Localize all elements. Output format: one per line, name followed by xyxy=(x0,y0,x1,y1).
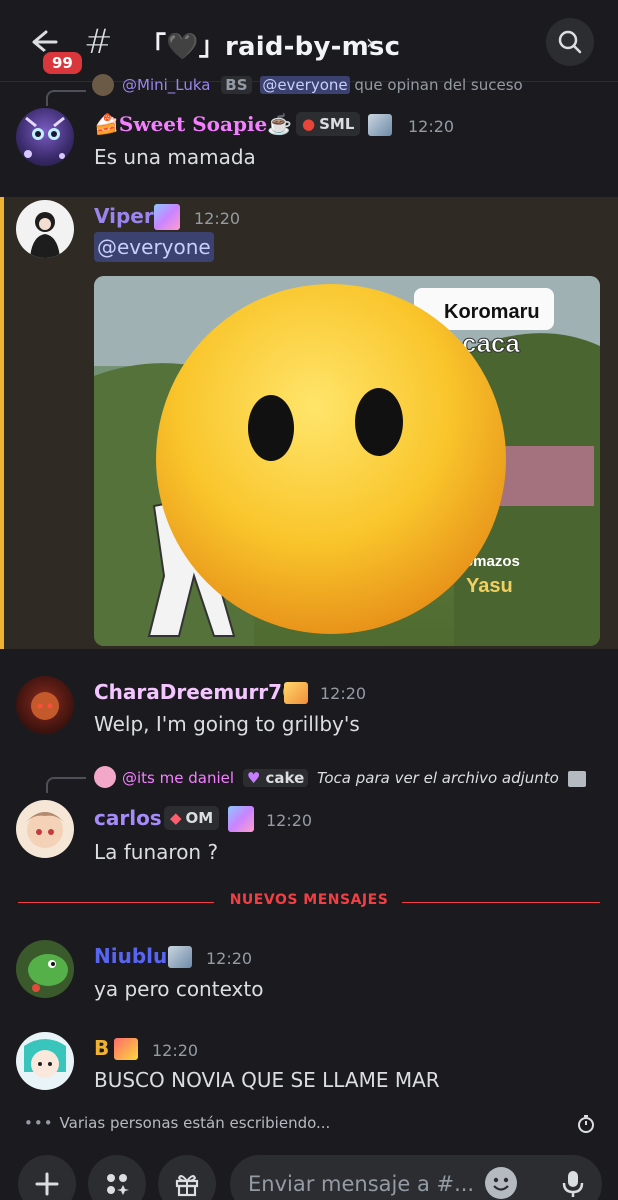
channel-header: 99 # 「🖤」raid-by-msc › xyxy=(0,0,618,82)
emoji-right-eye xyxy=(355,388,403,456)
message-text: La funaron ? xyxy=(94,840,219,864)
username[interactable]: carlos xyxy=(94,806,162,830)
unread-badge: 99 xyxy=(40,49,85,77)
new-messages-label: NUEVOS MENSAJES xyxy=(229,892,389,908)
username[interactable]: CharaDreemurr76 xyxy=(94,680,296,704)
channel-title[interactable]: 「🖤」raid-by-msc xyxy=(140,26,400,63)
reply-connector xyxy=(46,90,86,106)
avatar[interactable] xyxy=(16,800,74,858)
search-icon[interactable] xyxy=(546,18,594,66)
message-text: Welp, I'm going to grillby's xyxy=(94,712,360,736)
reply-username: @its me daniel xyxy=(122,769,235,787)
role-tag-label: OM xyxy=(185,809,214,827)
mushroom-icon: ● xyxy=(302,115,316,133)
emoji-icon[interactable] xyxy=(484,1166,518,1200)
emoji-left-eye xyxy=(248,395,294,461)
slowmode-icon[interactable] xyxy=(576,1114,596,1134)
reply-avatar xyxy=(92,74,114,96)
username[interactable]: B xyxy=(94,1036,109,1060)
role-tag: ◆ OM xyxy=(164,806,220,830)
timestamp: 12:20 xyxy=(320,684,367,703)
timestamp: 12:20 xyxy=(206,949,253,968)
role-tag-label: SML xyxy=(319,115,355,133)
typing-dots-icon: ••• xyxy=(24,1114,54,1132)
timestamp: 12:20 xyxy=(194,209,241,228)
reply-preview[interactable]: @Mini_Luka BS @everyone que opinan del s… xyxy=(122,76,523,94)
reply-tag: ♥ cake xyxy=(242,769,309,787)
image-label-yasu: Yasu xyxy=(466,575,513,597)
role-tag: ● SML xyxy=(296,112,361,136)
badge-icon xyxy=(228,806,254,832)
reply-username: @Mini_Luka xyxy=(122,76,211,94)
typing-text: Varias personas están escribiendo... xyxy=(59,1114,331,1132)
reply-tag-label: cake xyxy=(265,769,305,787)
attached-image[interactable]: Koromaru caca omazos Yasu xyxy=(94,276,600,646)
message-text: Es una mamada xyxy=(94,145,256,169)
avatar[interactable] xyxy=(16,108,74,166)
badge-icon xyxy=(114,1038,138,1060)
avatar[interactable] xyxy=(16,1032,74,1090)
username[interactable]: 🍰Sweet Soapie☕ xyxy=(94,112,292,136)
gem-icon: ◆ xyxy=(170,809,182,827)
avatar[interactable] xyxy=(16,676,74,734)
avatar[interactable] xyxy=(16,940,74,998)
avatar[interactable] xyxy=(16,200,74,258)
image-label-caca: caca xyxy=(462,328,520,358)
timestamp: 12:20 xyxy=(152,1041,199,1060)
badge-icon xyxy=(368,114,392,136)
hash-icon: # xyxy=(84,22,113,62)
reply-tag: BS xyxy=(221,76,252,94)
message-text: BUSCO NOVIA QUE SE LLAME MAR xyxy=(94,1068,440,1092)
reply-text: Toca para ver el archivo adjunto xyxy=(317,769,559,787)
timestamp: 12:20 xyxy=(408,117,455,136)
no-mouth-emoji xyxy=(156,284,506,634)
image-icon xyxy=(567,770,586,787)
message-text: ya pero contexto xyxy=(94,977,264,1001)
typing-indicator: ••• Varias personas están escribiendo... xyxy=(24,1114,330,1132)
badge-icon xyxy=(168,946,192,968)
badge-icon xyxy=(154,204,180,230)
reply-connector xyxy=(46,777,86,793)
image-content: Koromaru caca omazos Yasu xyxy=(94,276,600,646)
chevron-right-icon[interactable]: › xyxy=(366,30,374,54)
reply-mention: @everyone xyxy=(260,76,350,94)
heart-icon: ♥ xyxy=(246,769,261,787)
image-label-koromaru: Koromaru xyxy=(444,301,540,323)
reply-preview[interactable]: @its me daniel ♥ cake Toca para ver el a… xyxy=(122,769,586,787)
reply-avatar xyxy=(94,766,116,788)
badge-icon xyxy=(284,682,308,704)
reply-text: que opinan del suceso xyxy=(349,76,523,94)
new-messages-line-right xyxy=(402,902,600,903)
timestamp: 12:20 xyxy=(266,811,313,830)
username[interactable]: Viper xyxy=(94,204,154,228)
everyone-mention[interactable]: @everyone xyxy=(94,232,214,262)
username[interactable]: Niublu xyxy=(94,944,167,968)
message-input-placeholder: Enviar mensaje a #... xyxy=(248,1172,475,1196)
